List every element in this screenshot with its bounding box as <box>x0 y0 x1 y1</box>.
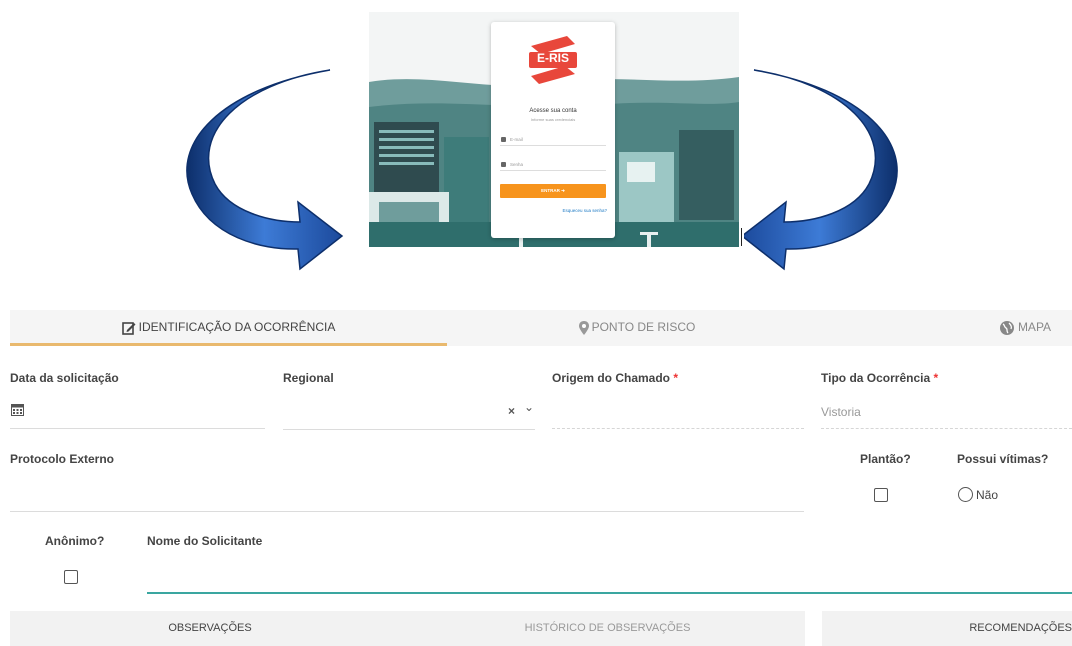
globe-icon <box>999 320 1014 335</box>
tipo-input[interactable] <box>821 428 1072 429</box>
edit-icon <box>121 322 136 335</box>
anonimo-checkbox[interactable] <box>64 570 78 584</box>
vitimas-nao-label: Não <box>976 488 999 502</box>
login-button-label: ENTRAR <box>541 188 560 193</box>
login-subtitle: Informe suas credenciais <box>530 117 576 122</box>
nome-solicitante-input[interactable] <box>147 592 1072 594</box>
regional-select[interactable] <box>283 429 535 430</box>
logo-text: E-RIS <box>536 51 569 65</box>
protocolo-label: Protocolo Externo <box>10 452 115 466</box>
data-solicitacao-label: Data da solicitação <box>10 371 119 385</box>
tipo-value: Vistoria <box>821 405 861 419</box>
anonimo-label: Anônimo? <box>45 534 105 548</box>
curved-arrow-left-icon <box>186 69 344 271</box>
tab-ponto-de-risco[interactable]: PONTO DE RISCO <box>447 310 827 346</box>
user-icon <box>501 137 506 142</box>
regional-label: Regional <box>283 371 334 385</box>
map-pin-icon <box>578 320 589 335</box>
regional-clear-icon[interactable]: × <box>508 404 515 418</box>
tipo-label: Tipo da Ocorrência * <box>821 371 939 385</box>
lock-icon <box>501 162 506 167</box>
tab-mapa-label: MAPA <box>1017 320 1052 334</box>
tab-identificacao[interactable]: IDENTIFICAÇÃO DA OCORRÊNCIA <box>10 310 447 346</box>
tab-mapa[interactable]: MAPA <box>970 310 1072 346</box>
protocolo-input[interactable] <box>10 511 804 512</box>
vitimas-label: Possui vítimas? <box>957 452 1049 466</box>
divider <box>741 228 742 246</box>
plantao-checkbox[interactable] <box>874 488 888 502</box>
login-title: Acesse sua conta <box>529 108 577 114</box>
origem-input[interactable] <box>552 428 804 429</box>
data-solicitacao-input[interactable] <box>10 428 265 429</box>
calendar-icon[interactable] <box>11 403 24 416</box>
nome-solicitante-label: Nome do Solicitante <box>147 534 263 548</box>
login-card: E-RIS Acesse sua conta Informe suas cred… <box>491 22 615 238</box>
chevron-down-icon[interactable]: ⌄ <box>524 400 534 414</box>
vitimas-nao-radio[interactable] <box>958 487 973 502</box>
origem-label: Origem do Chamado * <box>552 371 679 385</box>
tab-recomendacoes[interactable]: RECOMENDAÇÕES <box>822 611 1072 646</box>
form-tabs: IDENTIFICAÇÃO DA OCORRÊNCIA PONTO DE RIS… <box>10 310 1072 346</box>
tab-observacoes[interactable]: OBSERVAÇÕES <box>10 611 410 646</box>
forgot-password-link[interactable]: Esqueceu sua senha? <box>562 208 607 213</box>
login-screen-preview: E-RIS Acesse sua conta Informe suas cred… <box>369 12 739 247</box>
plantao-label: Plantão? <box>860 452 911 466</box>
tab-historico-observacoes[interactable]: HISTÓRICO DE OBSERVAÇÕES <box>410 611 805 646</box>
password-field[interactable]: Senha <box>500 159 606 171</box>
email-field[interactable]: E-mail <box>500 134 606 146</box>
password-placeholder: Senha <box>510 162 524 167</box>
tab-ponto-label: PONTO DE RISCO <box>591 320 696 334</box>
curved-arrow-right-icon <box>744 69 898 271</box>
email-placeholder: E-mail <box>510 137 523 142</box>
login-button[interactable]: ENTRAR ➜ <box>500 184 606 198</box>
tab-identificacao-label: IDENTIFICAÇÃO DA OCORRÊNCIA <box>138 320 336 334</box>
